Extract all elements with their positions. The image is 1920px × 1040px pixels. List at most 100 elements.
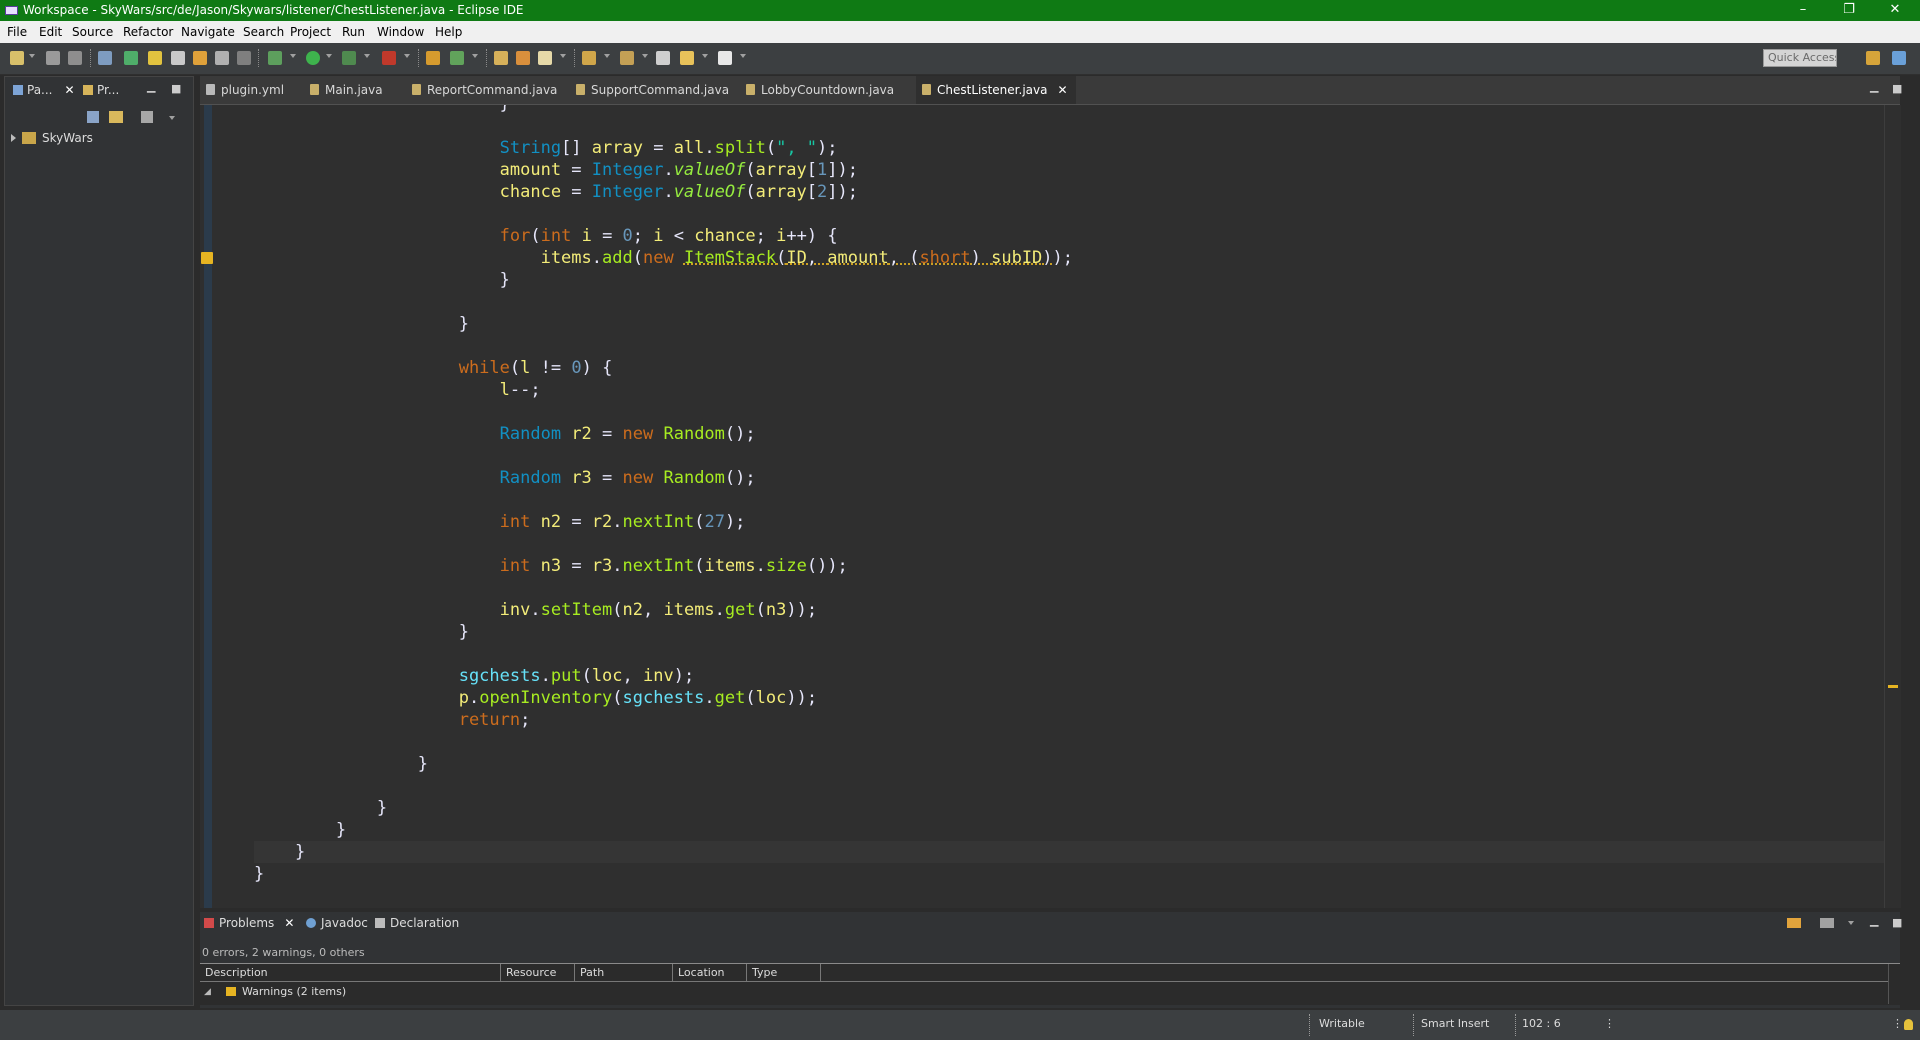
run-dropdown-icon[interactable] bbox=[326, 54, 332, 58]
open-type-icon[interactable] bbox=[494, 51, 508, 65]
last-edit-location-icon[interactable] bbox=[656, 51, 670, 65]
code-line[interactable]: 100 } bbox=[254, 797, 1890, 819]
collapse-all-icon[interactable] bbox=[87, 111, 99, 123]
code-line[interactable]: 71 amount = Integer.valueOf(array[1]); bbox=[254, 159, 1890, 181]
minimize-editor-icon[interactable]: ▁ bbox=[1870, 80, 1878, 93]
status-cursor-position[interactable]: 102 : 6 bbox=[1522, 1017, 1561, 1030]
previous-annotation-dropdown-icon[interactable] bbox=[642, 54, 648, 58]
expand-arrow-icon[interactable] bbox=[11, 134, 16, 142]
link-with-editor-icon[interactable] bbox=[109, 111, 123, 123]
code-line[interactable]: 79 bbox=[254, 335, 1890, 357]
external-tools-dropdown-icon[interactable] bbox=[404, 54, 410, 58]
open-task-icon[interactable] bbox=[516, 51, 530, 65]
code-line[interactable]: 84 bbox=[254, 445, 1890, 467]
new-icon[interactable] bbox=[10, 51, 24, 65]
tab-support-command[interactable]: SupportCommand.java bbox=[570, 76, 729, 104]
collapse-arrow-icon[interactable]: ◢ bbox=[204, 983, 211, 1001]
column-path[interactable]: Path bbox=[575, 964, 673, 982]
view-menu-dropdown-icon[interactable] bbox=[169, 116, 175, 120]
minimize-button[interactable]: – bbox=[1780, 0, 1826, 21]
code-line[interactable]: 80 while(l != 0) { bbox=[254, 357, 1890, 379]
code-line[interactable]: 96 return; bbox=[254, 709, 1890, 731]
code-line[interactable]: 94 sgchests.put(loc, inv); bbox=[254, 665, 1890, 687]
code-line[interactable]: 72 chance = Integer.valueOf(array[2]); bbox=[254, 181, 1890, 203]
status-menu-icon[interactable]: ⋮ bbox=[1892, 1017, 1903, 1030]
back-icon[interactable] bbox=[680, 51, 694, 65]
column-location[interactable]: Location bbox=[673, 964, 747, 982]
show-paragraph-icon[interactable] bbox=[237, 51, 251, 65]
close-icon[interactable]: ✕ bbox=[1057, 83, 1067, 97]
toggle-breadcrumb-icon[interactable] bbox=[124, 51, 138, 65]
code-line[interactable]: 91 inv.setItem(n2, items.get(n3)); bbox=[254, 599, 1890, 621]
filter-icon[interactable] bbox=[1820, 918, 1834, 928]
tab-lobby-countdown[interactable]: LobbyCountdown.java bbox=[740, 76, 906, 104]
maximize-editor-icon[interactable]: ■ bbox=[1892, 82, 1902, 95]
code-line[interactable]: 104 bbox=[254, 885, 1890, 907]
code-line[interactable]: 85 Random r3 = new Random(); bbox=[254, 467, 1890, 489]
tab-problems[interactable]: Problems ✕ bbox=[204, 916, 294, 930]
next-annotation-icon[interactable] bbox=[582, 51, 596, 65]
view-menu-dropdown-icon[interactable] bbox=[1848, 921, 1854, 925]
close-icon[interactable]: ✕ bbox=[284, 916, 294, 930]
close-window-button[interactable]: ✕ bbox=[1872, 0, 1918, 21]
code-line[interactable]: 82 bbox=[254, 401, 1890, 423]
code-line[interactable]: 92 } bbox=[254, 621, 1890, 643]
save-all-icon[interactable] bbox=[68, 51, 82, 65]
code-line[interactable]: 77 bbox=[254, 291, 1890, 313]
column-description[interactable]: Description bbox=[200, 964, 501, 982]
code-line[interactable]: 74 for(int i = 0; i < chance; i++) { bbox=[254, 225, 1890, 247]
word-wrap-icon[interactable] bbox=[215, 51, 229, 65]
code-line[interactable]: 78 } bbox=[254, 313, 1890, 335]
code-line[interactable]: 86 bbox=[254, 489, 1890, 511]
next-annotation-dropdown-icon[interactable] bbox=[604, 54, 610, 58]
menu-edit[interactable]: Edit bbox=[39, 25, 62, 39]
code-line[interactable]: 99 bbox=[254, 775, 1890, 797]
menu-window[interactable]: Window bbox=[377, 25, 424, 39]
code-line[interactable]: 75 items.add(new ItemStack(ID, amount, (… bbox=[254, 247, 1890, 269]
lightbulb-icon[interactable] bbox=[1904, 1019, 1913, 1030]
code-line[interactable]: 68 } bbox=[254, 105, 1890, 115]
tree-item-skywars[interactable]: SkyWars bbox=[11, 131, 93, 145]
debug-icon[interactable] bbox=[268, 51, 282, 65]
tab-main-java[interactable]: Main.java bbox=[304, 76, 400, 104]
code-line[interactable]: 88 bbox=[254, 533, 1890, 555]
search-icon[interactable] bbox=[538, 51, 552, 65]
table-scrollbar[interactable] bbox=[1888, 964, 1901, 1004]
code-line[interactable]: 69 bbox=[254, 115, 1890, 137]
code-line[interactable]: 87 int n2 = r2.nextInt(27); bbox=[254, 511, 1890, 533]
block-selection-icon[interactable] bbox=[193, 51, 207, 65]
minimize-view-icon[interactable]: ▁ bbox=[147, 80, 155, 93]
tab-project-explorer[interactable]: Pr... bbox=[83, 83, 119, 97]
java-perspective-icon[interactable] bbox=[1892, 51, 1906, 65]
code-line[interactable]: 76 } bbox=[254, 269, 1890, 291]
open-console-icon[interactable] bbox=[98, 51, 112, 65]
status-menu-icon[interactable]: ⋮ bbox=[1604, 1017, 1615, 1030]
menu-source[interactable]: Source bbox=[72, 25, 113, 39]
menu-help[interactable]: Help bbox=[435, 25, 462, 39]
tab-chest-listener[interactable]: ChestListener.java ✕ bbox=[916, 76, 1076, 104]
new-dropdown-icon[interactable] bbox=[29, 54, 35, 58]
menu-refactor[interactable]: Refactor bbox=[123, 25, 173, 39]
code-line[interactable]: 90 bbox=[254, 577, 1890, 599]
code-line[interactable]: 73 bbox=[254, 203, 1890, 225]
code-line[interactable]: 93 bbox=[254, 643, 1890, 665]
code-line[interactable]: 101 } bbox=[254, 819, 1890, 841]
forward-dropdown-icon[interactable] bbox=[740, 54, 746, 58]
column-resource[interactable]: Resource bbox=[501, 964, 575, 982]
tab-plugin-yml[interactable]: plugin.yml bbox=[200, 76, 304, 104]
back-dropdown-icon[interactable] bbox=[702, 54, 708, 58]
view-menu-icon[interactable] bbox=[141, 111, 153, 123]
new-java-project-icon[interactable] bbox=[426, 51, 440, 65]
external-tools-icon[interactable] bbox=[382, 51, 396, 65]
table-row[interactable]: ◢ Warnings (2 items) bbox=[200, 983, 1890, 1001]
mark-occurrences-icon[interactable] bbox=[148, 51, 162, 65]
menu-project[interactable]: Project bbox=[290, 25, 331, 39]
coverage-icon[interactable] bbox=[342, 51, 356, 65]
code-line[interactable]: 102 } bbox=[254, 841, 1890, 863]
overview-ruler[interactable] bbox=[1884, 105, 1901, 908]
warning-marker[interactable] bbox=[1888, 685, 1898, 688]
minimize-view-icon[interactable]: ▁ bbox=[1870, 914, 1878, 927]
code-line[interactable]: 70 String[] array = all.split(", "); bbox=[254, 137, 1890, 159]
debug-dropdown-icon[interactable] bbox=[290, 54, 296, 58]
column-type[interactable]: Type bbox=[747, 964, 821, 982]
